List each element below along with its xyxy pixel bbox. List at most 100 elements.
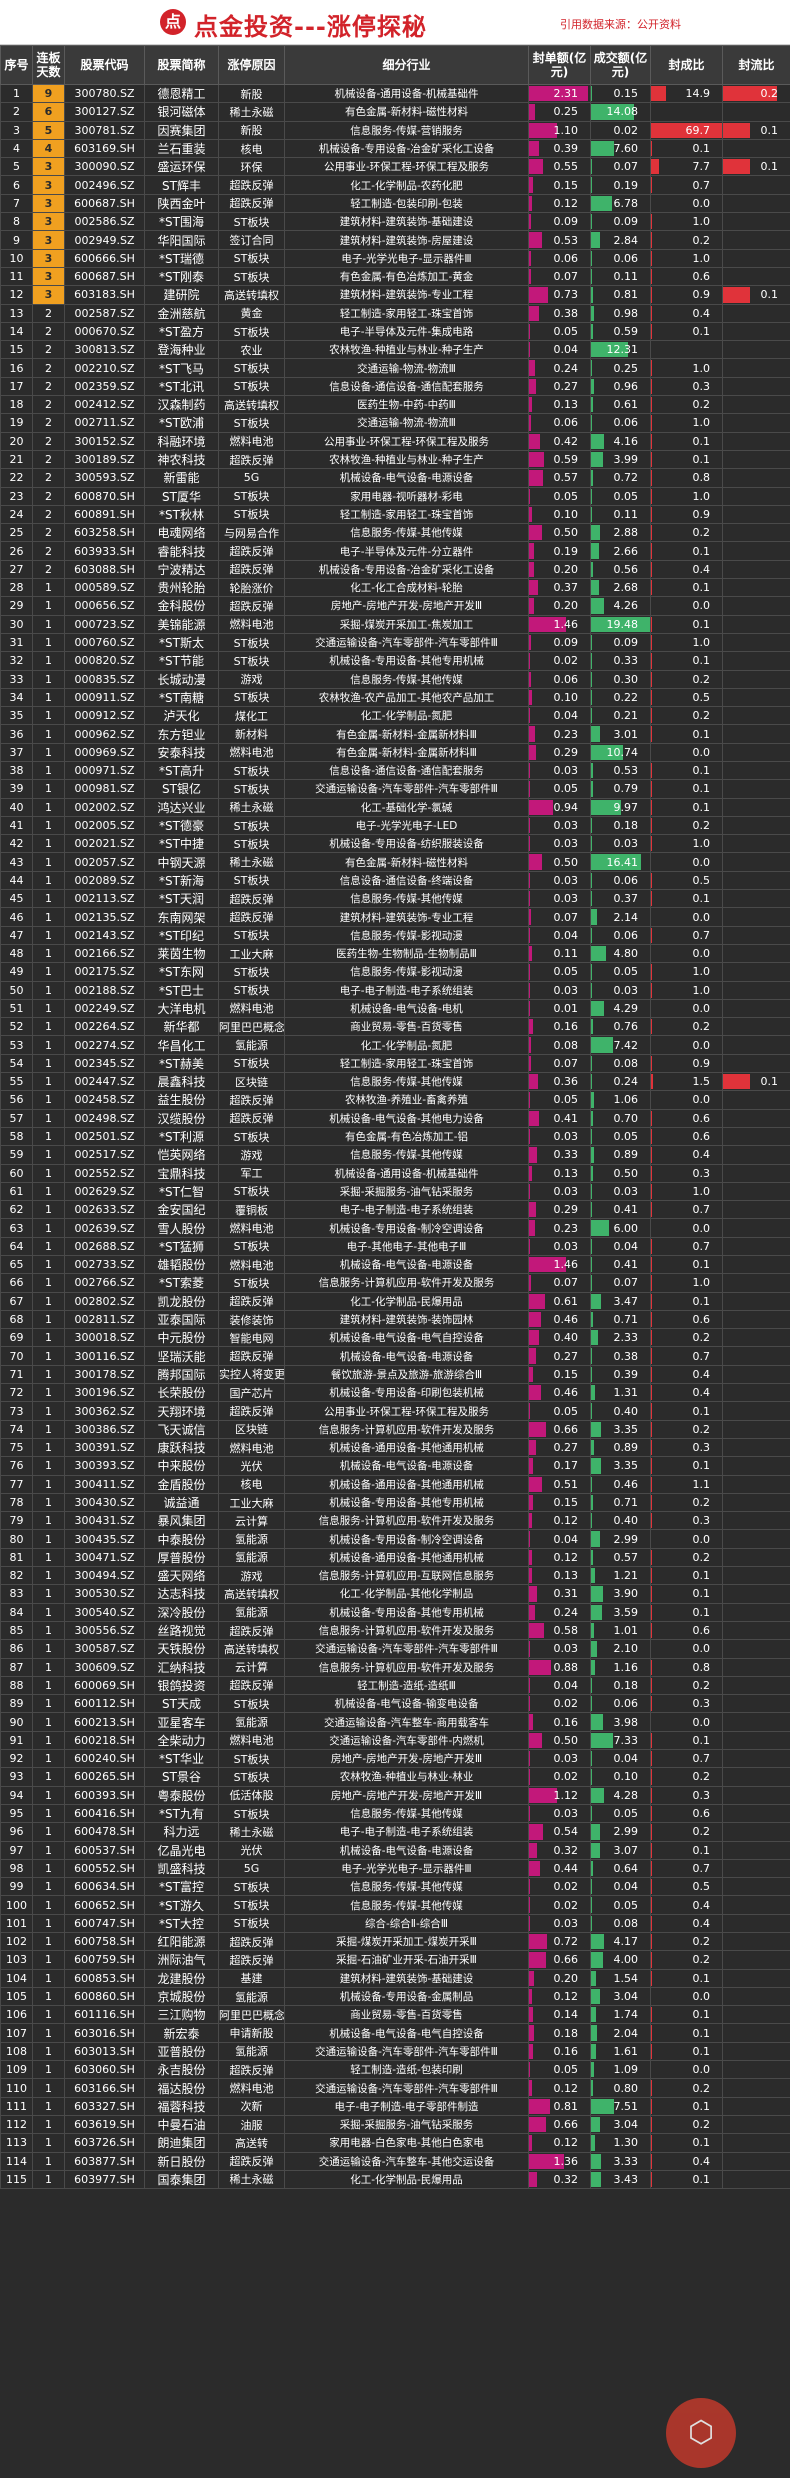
table-row: 75 1 300391.SZ 康跃科技 燃料电池 机械设备-通用设备-其他通用机械 0.27… xyxy=(0,1437,790,1458)
row-days: 1 xyxy=(32,1401,65,1421)
row-seal-turnover-ratio: 0.2 xyxy=(650,1767,723,1787)
row-seal-turnover-ratio: 0.0 xyxy=(650,596,723,616)
table-row: 71 1 300178.SZ 腾邦国际 实控人将变更 餐饮旅游-景点及旅游-旅游综合Ⅲ 0.… xyxy=(0,1364,790,1385)
row-seal-turnover-ratio: 0.0 xyxy=(650,193,723,214)
value-text: 0.1 xyxy=(692,1843,711,1857)
table-row: 14 2 000670.SZ *ST盈方 ST板块 电子-半导体及元件-集成电路 0.05 0… xyxy=(0,321,790,342)
value-text: 0.1 xyxy=(692,2136,711,2150)
value-text: 0.73 xyxy=(553,288,579,302)
row-industry: 交通运输设备-汽车整车-其他交运设备 xyxy=(284,2151,529,2171)
row-code: 603088.SH xyxy=(64,559,145,580)
row-seal-turnover-ratio: 0.1 xyxy=(650,2023,723,2043)
col-header-reason: 涨停原因 xyxy=(218,45,285,85)
value-text: 0.59 xyxy=(553,453,579,467)
row-days: 1 xyxy=(32,1785,65,1805)
row-code: 600213.SH xyxy=(64,1712,145,1732)
value-text: 0.13 xyxy=(553,1166,579,1180)
row-code: 300471.SZ xyxy=(64,1547,145,1568)
row-code: 002021.SZ xyxy=(64,834,145,854)
row-seal-turnover-ratio: 0.4 xyxy=(650,1145,723,1165)
row-seal-float-ratio xyxy=(722,1822,790,1842)
row-turnover: 4.26 xyxy=(590,596,651,616)
row-index: 72 xyxy=(0,1383,33,1403)
row-name: 泸天化 xyxy=(144,706,219,726)
row-seal-amount: 0.07 xyxy=(528,1053,591,1074)
value-text: 1.74 xyxy=(613,2008,639,2022)
row-index: 101 xyxy=(0,1913,33,1933)
table-row: 104 1 600853.SH 龙建股份 基建 建筑材料-建筑装饰-基础建设 0.20 1.5… xyxy=(0,1968,790,1988)
value-text: 0.05 xyxy=(613,965,639,979)
row-seal-float-ratio xyxy=(722,1675,790,1696)
row-reason: 稀土永磁 xyxy=(218,797,285,817)
row-industry: 信息服务-传媒-其他传媒 xyxy=(284,523,529,543)
row-code: 300780.SZ xyxy=(64,83,145,104)
value-text: 0.23 xyxy=(553,727,579,741)
row-reason: ST板块 xyxy=(218,632,285,653)
value-text: 0.20 xyxy=(553,599,579,613)
row-name: ST辉丰 xyxy=(144,175,219,195)
row-name: 新华都 xyxy=(144,1017,219,1037)
row-index: 42 xyxy=(0,834,33,854)
row-index: 83 xyxy=(0,1584,33,1604)
row-code: 002586.SZ xyxy=(64,212,145,232)
row-name: 中泰股份 xyxy=(144,1529,219,1549)
value-text: 0.44 xyxy=(553,1861,579,1875)
value-text: 1.0 xyxy=(692,251,711,265)
table-row: 60 1 002552.SZ 宝鼎科技 军工 机械设备-通用设备-机械基础件 0.13 0.5… xyxy=(0,1163,790,1183)
table-row: 38 1 000971.SZ *ST高升 ST板块 信息设备-通信设备-通信配套服务 0.0… xyxy=(0,760,790,781)
row-name: ST厦华 xyxy=(144,486,219,506)
row-turnover: 0.09 xyxy=(590,212,651,232)
row-seal-float-ratio xyxy=(722,1785,790,1805)
row-seal-amount: 0.12 xyxy=(528,1986,591,2007)
row-seal-amount: 0.23 xyxy=(528,1218,591,1238)
row-industry: 医药生物-生物制品-生物制品Ⅲ xyxy=(284,943,529,964)
row-seal-float-ratio: 0.1 xyxy=(722,285,790,305)
row-industry: 采掘-采掘服务-油气钻采服务 xyxy=(284,2114,529,2135)
value-text: 0.1 xyxy=(692,764,711,778)
row-seal-amount: 0.44 xyxy=(528,1858,591,1879)
row-code: 002517.SZ xyxy=(64,1145,145,1165)
row-index: 7 xyxy=(0,193,33,214)
table-row: 89 1 600112.SH ST天成 ST板块 机械设备-电气设备-输变电设备 0.02 0… xyxy=(0,1694,790,1714)
table-row: 98 1 600552.SH 凯盛科技 5G 电子-光学光电子-显示器件Ⅲ 0.44 0.64… xyxy=(0,1858,790,1879)
row-seal-turnover-ratio: 0.0 xyxy=(650,907,723,927)
row-reason: 军工 xyxy=(218,1163,285,1183)
value-text: 2.99 xyxy=(613,1825,639,1839)
row-name: 美锦能源 xyxy=(144,614,219,634)
row-days: 1 xyxy=(32,1364,65,1385)
row-turnover: 4.17 xyxy=(590,1931,651,1952)
row-seal-amount: 0.66 xyxy=(528,1419,591,1439)
value-text: 3.04 xyxy=(613,1990,639,2004)
row-seal-turnover-ratio: 0.0 xyxy=(650,943,723,964)
row-turnover: 0.53 xyxy=(590,760,651,781)
row-seal-turnover-ratio: 0.2 xyxy=(650,230,723,250)
value-text: 0.2 xyxy=(692,2081,711,2095)
row-industry: 机械设备-专用设备-制冷空调设备 xyxy=(284,1529,529,1549)
row-seal-turnover-ratio: 1.5 xyxy=(650,1072,723,1092)
row-seal-float-ratio xyxy=(722,468,790,488)
row-code: 600860.SH xyxy=(64,1986,145,2007)
value-text: 0.2 xyxy=(692,1770,711,1784)
row-reason: 轮胎涨价 xyxy=(218,578,285,598)
row-reason: 超跌反弹 xyxy=(218,449,285,470)
value-text: 0.20 xyxy=(553,562,579,576)
value-text: 0.02 xyxy=(553,1697,579,1711)
row-industry: 信息服务-传媒-营销服务 xyxy=(284,120,529,140)
row-seal-amount: 1.10 xyxy=(528,120,591,140)
row-seal-amount: 0.02 xyxy=(528,1694,591,1714)
row-turnover: 3.35 xyxy=(590,1419,651,1439)
value-text: 0.1 xyxy=(692,800,711,814)
row-name: 金科股份 xyxy=(144,596,219,616)
value-text: 0.12 xyxy=(553,196,579,210)
row-seal-amount: 0.29 xyxy=(528,742,591,762)
value-text: 0.10 xyxy=(553,507,579,521)
row-turnover: 12.31 xyxy=(590,340,651,360)
table-row: 37 1 000969.SZ 安泰科技 燃料电池 有色金属-新材料-金属新材料Ⅲ 0.29 1… xyxy=(0,742,790,762)
row-seal-turnover-ratio: 0.2 xyxy=(650,815,723,836)
row-reason: ST板块 xyxy=(218,1236,285,1257)
row-seal-float-ratio xyxy=(722,1017,790,1037)
col-header-name: 股票简称 xyxy=(144,45,219,85)
value-text: 0.0 xyxy=(692,947,711,961)
row-days: 2 xyxy=(32,504,65,525)
value-text: 0.0 xyxy=(692,1532,711,1546)
